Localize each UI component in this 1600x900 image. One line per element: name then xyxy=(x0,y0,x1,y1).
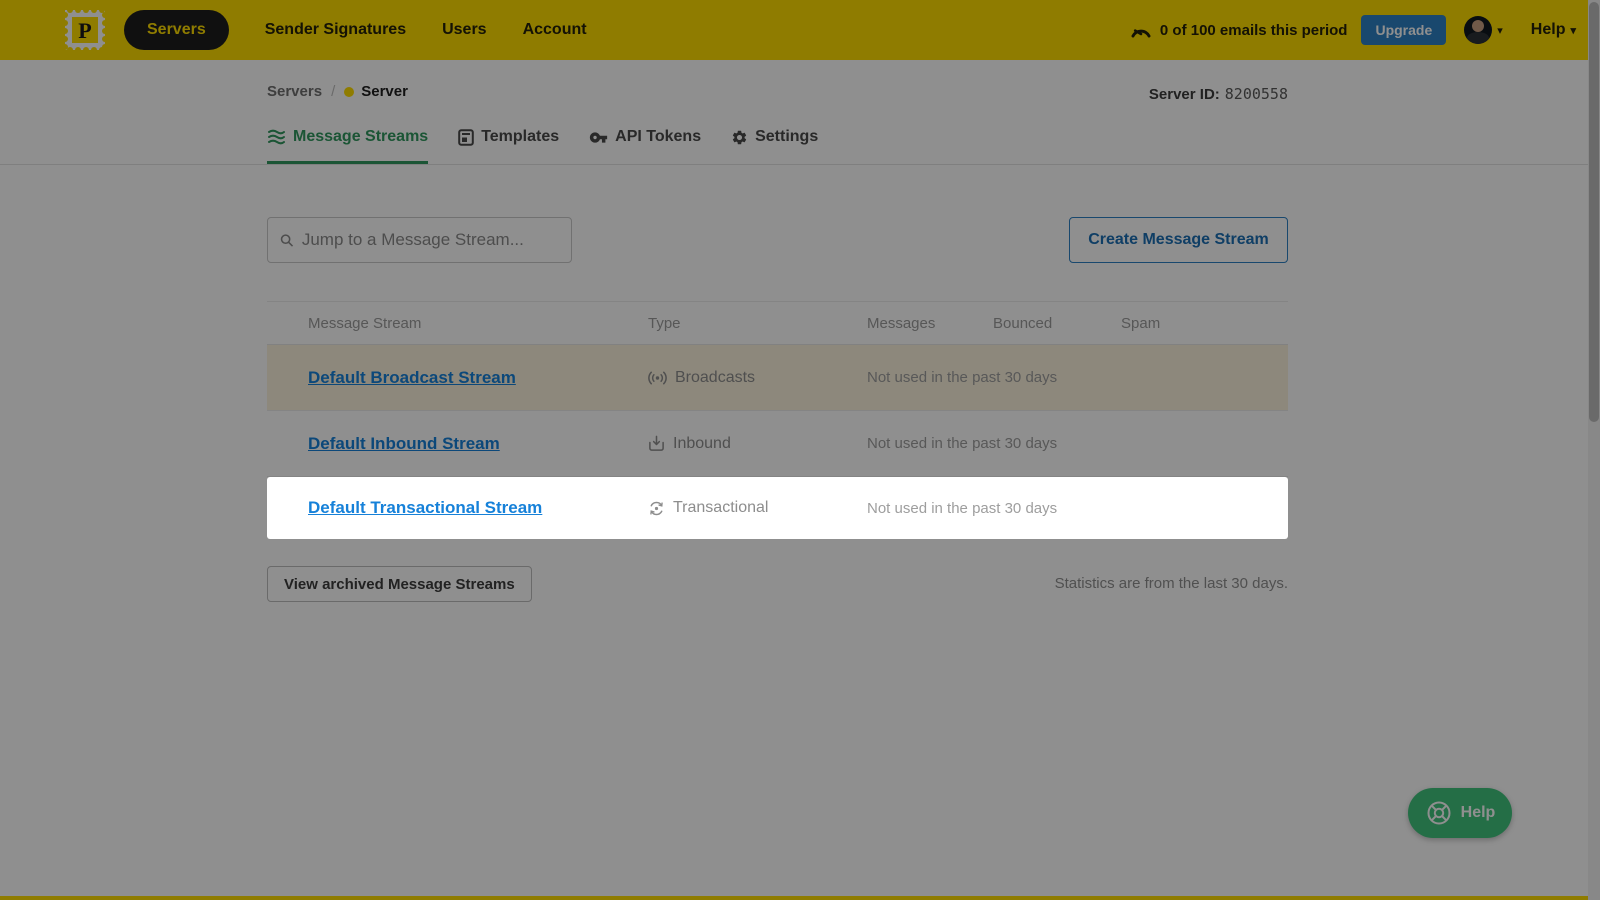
column-header-spam: Spam xyxy=(1121,315,1288,332)
table-row-broadcast: Default Broadcast Stream Broadcasts Not … xyxy=(267,345,1288,411)
help-menu-label: Help xyxy=(1531,21,1566,39)
stream-search xyxy=(267,217,572,263)
server-id-label: Server ID: xyxy=(1149,86,1220,103)
upgrade-button[interactable]: Upgrade xyxy=(1361,15,1446,45)
stream-link-transactional[interactable]: Default Transactional Stream xyxy=(308,498,542,518)
create-message-stream-button[interactable]: Create Message Stream xyxy=(1069,217,1288,263)
life-ring-icon xyxy=(1425,799,1453,827)
breadcrumb-current: Server xyxy=(361,83,408,100)
column-header-bounced: Bounced xyxy=(993,315,1121,332)
page-header: Servers / Server Server ID: 8200558 Messa… xyxy=(0,60,1600,165)
key-icon xyxy=(589,130,608,145)
type-cell: Broadcasts xyxy=(648,369,867,387)
nav-item-sender-signatures[interactable]: Sender Signatures xyxy=(265,21,406,39)
nav-item-servers[interactable]: Servers xyxy=(124,10,229,50)
message-stream-table: Message Stream Type Messages Bounced Spa… xyxy=(267,301,1288,539)
table-row-inbound: Default Inbound Stream Inbound Not used … xyxy=(267,411,1288,477)
tab-label: API Tokens xyxy=(615,128,701,146)
tab-settings[interactable]: Settings xyxy=(731,128,818,164)
avatar xyxy=(1464,16,1492,44)
nav-right: 0 of 100 emails this period Upgrade ▾ He… xyxy=(1130,15,1576,45)
column-header-message-stream: Message Stream xyxy=(308,315,648,332)
usage-note: Not used in the past 30 days xyxy=(867,369,1288,386)
usage-text: 0 of 100 emails this period xyxy=(1160,22,1348,39)
gear-icon xyxy=(731,129,748,146)
postmark-logo[interactable]: P xyxy=(64,9,106,51)
account-menu[interactable]: ▾ xyxy=(1464,16,1503,44)
svg-text:P: P xyxy=(78,18,91,43)
transactional-icon xyxy=(648,500,665,517)
stats-note: Statistics are from the last 30 days. xyxy=(1055,575,1288,592)
view-archived-streams-button[interactable]: View archived Message Streams xyxy=(267,566,532,602)
search-icon xyxy=(280,233,294,248)
breadcrumb-separator: / xyxy=(331,83,335,100)
tab-label: Message Streams xyxy=(293,128,428,146)
usage-note: Not used in the past 30 days xyxy=(867,435,1288,452)
footer-accent-strip xyxy=(0,896,1600,900)
server-status-dot xyxy=(344,87,354,97)
usage-meter: 0 of 100 emails this period xyxy=(1130,21,1348,39)
chevron-down-icon: ▾ xyxy=(1570,24,1576,37)
breadcrumb-servers-link[interactable]: Servers xyxy=(267,83,322,100)
broadcast-icon xyxy=(648,370,667,386)
table-header: Message Stream Type Messages Bounced Spa… xyxy=(267,301,1288,345)
stream-link-inbound[interactable]: Default Inbound Stream xyxy=(308,434,500,454)
gauge-icon xyxy=(1130,21,1152,39)
search-input[interactable] xyxy=(302,230,559,250)
server-id: Server ID: 8200558 xyxy=(1149,85,1288,103)
chevron-down-icon: ▾ xyxy=(1497,24,1503,37)
type-label: Broadcasts xyxy=(675,369,755,387)
type-cell: Transactional xyxy=(648,499,867,517)
table-row-transactional: Default Transactional Stream Transaction… xyxy=(267,477,1288,539)
help-fab-button[interactable]: Help xyxy=(1408,788,1512,838)
tab-label: Settings xyxy=(755,128,818,146)
tab-bar: Message Streams Templates API Tokens xyxy=(267,128,848,164)
usage-note: Not used in the past 30 days xyxy=(867,500,1288,517)
nav-item-users[interactable]: Users xyxy=(442,21,486,39)
nav-item-account[interactable]: Account xyxy=(523,21,587,39)
tab-api-tokens[interactable]: API Tokens xyxy=(589,128,701,164)
tab-label: Templates xyxy=(481,128,559,146)
scrollbar-thumb[interactable] xyxy=(1589,2,1599,422)
template-icon xyxy=(458,129,474,146)
help-fab-label: Help xyxy=(1461,804,1496,822)
stream-link-broadcast[interactable]: Default Broadcast Stream xyxy=(308,368,516,388)
type-label: Inbound xyxy=(673,435,731,453)
inbound-icon xyxy=(648,435,665,452)
tab-message-streams[interactable]: Message Streams xyxy=(267,128,428,164)
breadcrumb: Servers / Server xyxy=(267,83,408,100)
postmark-app: P Servers Sender Signatures Users Accoun… xyxy=(0,0,1600,900)
column-header-type: Type xyxy=(648,315,867,332)
stamp-icon: P xyxy=(64,9,106,51)
column-header-messages: Messages xyxy=(867,315,993,332)
tab-templates[interactable]: Templates xyxy=(458,128,559,164)
server-id-value: 8200558 xyxy=(1225,85,1288,103)
help-menu[interactable]: Help ▾ xyxy=(1531,21,1576,39)
top-nav: P Servers Sender Signatures Users Accoun… xyxy=(0,0,1600,60)
type-cell: Inbound xyxy=(648,435,867,453)
stream-icon xyxy=(267,129,286,145)
scrollbar[interactable] xyxy=(1588,0,1600,900)
type-label: Transactional xyxy=(673,499,768,517)
